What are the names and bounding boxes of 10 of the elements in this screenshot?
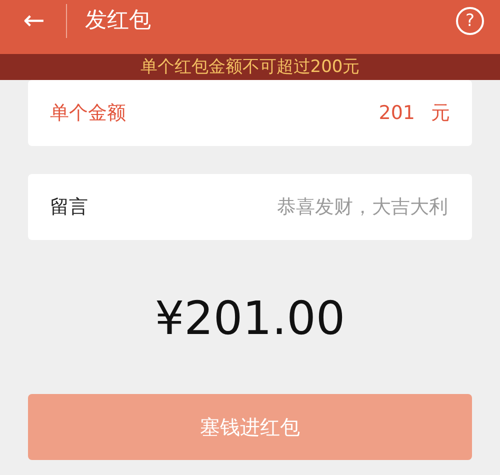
total-amount: ¥201.00 [154, 290, 346, 347]
amount-label: 单个金额 [50, 101, 127, 126]
page-title: 发红包 [85, 7, 152, 35]
help-button[interactable]: ? [456, 7, 484, 35]
back-button[interactable]: ← [20, 4, 48, 38]
message-input[interactable]: 恭喜发财，大吉大利 [160, 195, 450, 219]
message-label: 留言 [50, 195, 89, 220]
warning-banner: 单个红包金额不可超过200元 [0, 54, 500, 80]
amount-input[interactable]: 201 [160, 101, 417, 125]
unit-label: 元 [431, 101, 450, 126]
